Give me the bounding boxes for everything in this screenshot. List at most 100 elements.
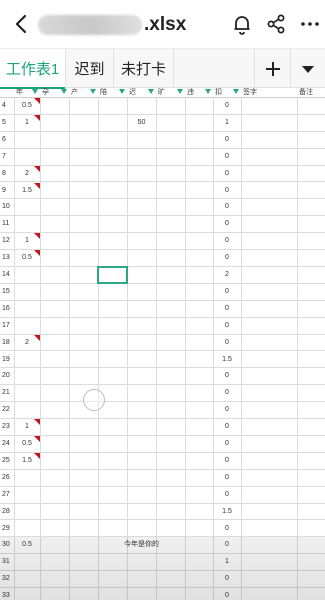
row-number[interactable]: 6: [0, 132, 14, 148]
filter-arrow-icon[interactable]: [32, 89, 38, 94]
comment-indicator-icon[interactable]: [34, 233, 40, 240]
cell-late[interactable]: [127, 284, 156, 300]
cell-deduct[interactable]: 0: [213, 183, 241, 199]
cell-late[interactable]: [127, 149, 156, 165]
row-number[interactable]: 17: [0, 318, 14, 334]
cell-deduct[interactable]: 0: [213, 470, 241, 486]
row-number[interactable]: 28: [0, 504, 14, 520]
cell-late[interactable]: [127, 233, 156, 249]
row-number[interactable]: 11: [0, 216, 14, 232]
cell-deduct[interactable]: 0: [213, 385, 241, 401]
cell-late[interactable]: [127, 267, 156, 283]
comment-indicator-icon[interactable]: [34, 334, 40, 341]
filter-arrow-icon[interactable]: [119, 89, 125, 94]
cell-deduct[interactable]: 0: [213, 166, 241, 182]
column-header[interactable]: 备注: [297, 88, 325, 98]
cell-deduct[interactable]: 0: [213, 318, 241, 334]
row-number[interactable]: 25: [0, 453, 14, 469]
cell-late[interactable]: [127, 453, 156, 469]
cell-late[interactable]: [127, 521, 156, 537]
row-number[interactable]: 22: [0, 402, 14, 418]
cell-deduct[interactable]: 0: [213, 521, 241, 537]
comment-indicator-icon[interactable]: [34, 250, 40, 257]
cell-deduct[interactable]: 0: [213, 436, 241, 452]
cell-leave[interactable]: [14, 149, 40, 165]
row-number[interactable]: 9: [0, 183, 14, 199]
cell-leave[interactable]: [14, 199, 40, 215]
row-number[interactable]: 7: [0, 149, 14, 165]
cell-late[interactable]: [127, 183, 156, 199]
cell-late[interactable]: [127, 250, 156, 266]
row-number[interactable]: 10: [0, 199, 14, 215]
cell-leave[interactable]: [14, 487, 40, 503]
row-number[interactable]: 16: [0, 301, 14, 317]
cell-leave[interactable]: [14, 385, 40, 401]
comment-indicator-icon[interactable]: [34, 114, 40, 121]
row-number[interactable]: 18: [0, 335, 14, 351]
cell-leave[interactable]: [14, 352, 40, 368]
cell-leave[interactable]: [14, 521, 40, 537]
row-number[interactable]: 20: [0, 368, 14, 384]
comment-indicator-icon[interactable]: [34, 165, 40, 172]
row-number[interactable]: 19: [0, 352, 14, 368]
cell-leave[interactable]: [14, 318, 40, 334]
cell-leave[interactable]: [14, 301, 40, 317]
row-number[interactable]: 14: [0, 267, 14, 283]
filter-arrow-icon[interactable]: [90, 89, 96, 94]
cell-deduct[interactable]: 0: [213, 250, 241, 266]
cell-late[interactable]: [127, 132, 156, 148]
cell-leave[interactable]: [14, 132, 40, 148]
comment-indicator-icon[interactable]: [34, 419, 40, 426]
cell-late[interactable]: 50: [127, 115, 156, 131]
cell-leave[interactable]: [14, 368, 40, 384]
sheet-menu-button[interactable]: [290, 49, 325, 88]
cell-deduct[interactable]: 0: [213, 402, 241, 418]
tab-late[interactable]: 迟到: [66, 49, 114, 88]
cell-deduct[interactable]: 0: [213, 419, 241, 435]
bell-icon[interactable]: [230, 12, 254, 36]
comment-indicator-icon[interactable]: [34, 452, 40, 459]
cell-late[interactable]: [127, 98, 156, 114]
cell-deduct[interactable]: 0: [213, 284, 241, 300]
cell-leave[interactable]: [14, 402, 40, 418]
filter-arrow-icon[interactable]: [148, 89, 154, 94]
row-number[interactable]: 5: [0, 115, 14, 131]
share-icon[interactable]: [264, 12, 288, 36]
cell-deduct[interactable]: 0: [213, 453, 241, 469]
cell-deduct[interactable]: 0: [213, 301, 241, 317]
cell-deduct[interactable]: 0: [213, 149, 241, 165]
cell-late[interactable]: [127, 487, 156, 503]
cell-late[interactable]: [127, 318, 156, 334]
cell-deduct[interactable]: 0: [213, 216, 241, 232]
cell-late[interactable]: [127, 402, 156, 418]
cell-late[interactable]: [127, 301, 156, 317]
filter-arrow-icon[interactable]: [177, 89, 183, 94]
row-number[interactable]: 21: [0, 385, 14, 401]
cell-deduct[interactable]: 0: [213, 233, 241, 249]
row-number[interactable]: 27: [0, 487, 14, 503]
row-number[interactable]: 24: [0, 436, 14, 452]
column-header[interactable]: 签字: [241, 88, 297, 98]
filter-arrow-icon[interactable]: [205, 89, 211, 94]
row-number[interactable]: 15: [0, 284, 14, 300]
cell-deduct[interactable]: 0: [213, 368, 241, 384]
cell-leave[interactable]: [14, 284, 40, 300]
cell-late[interactable]: [127, 216, 156, 232]
row-number[interactable]: 23: [0, 419, 14, 435]
cell-deduct[interactable]: 0: [213, 335, 241, 351]
cell-late[interactable]: [127, 335, 156, 351]
cell-late[interactable]: [127, 504, 156, 520]
cell-deduct[interactable]: 1.5: [213, 352, 241, 368]
cell-deduct[interactable]: 0: [213, 98, 241, 114]
comment-indicator-icon[interactable]: [34, 436, 40, 442]
cell-deduct[interactable]: 2: [213, 267, 241, 283]
cell-late[interactable]: [127, 352, 156, 368]
filter-arrow-icon[interactable]: [61, 89, 67, 94]
cell-late[interactable]: [127, 436, 156, 452]
cell-leave[interactable]: [14, 470, 40, 486]
tab-sheet1[interactable]: 工作表1: [0, 49, 66, 89]
row-number[interactable]: 12: [0, 233, 14, 249]
cell-leave[interactable]: [14, 504, 40, 520]
cell-late[interactable]: [127, 368, 156, 384]
selected-cell[interactable]: [97, 266, 128, 284]
